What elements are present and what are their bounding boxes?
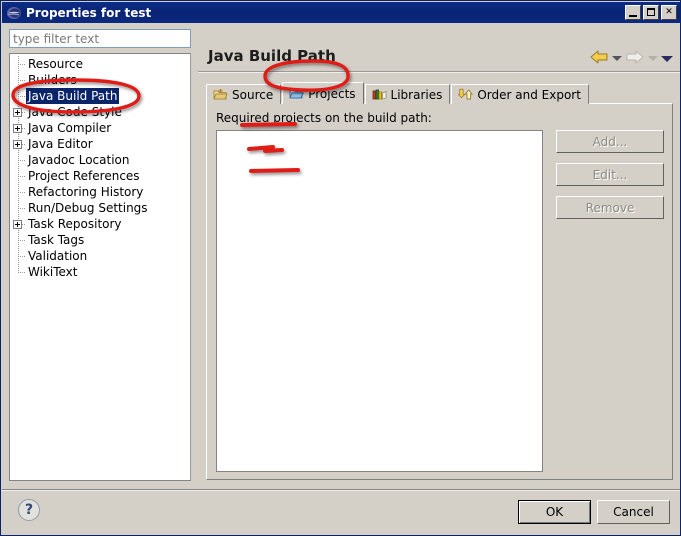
sidebar-item-run-debug-settings[interactable]: Run/Debug Settings: [10, 200, 190, 216]
libraries-books-icon: [372, 88, 387, 101]
sidebar-item-label: Resource: [28, 57, 84, 71]
back-dropdown-icon[interactable]: [612, 56, 622, 61]
tree-connector-icon: [10, 264, 26, 280]
back-arrow[interactable]: [589, 49, 609, 68]
tree-connector-icon: [10, 168, 26, 184]
title-divider-highlight: [198, 72, 680, 73]
tab-libraries-label: Libraries: [390, 87, 443, 102]
expand-icon[interactable]: [10, 104, 26, 120]
settings-navigation-pane: Resource BuildersJava Build PathJava Code…: [9, 29, 191, 483]
order-export-icon: [457, 88, 474, 101]
source-folder-icon: [213, 88, 228, 101]
projects-tab-panel: Required projects on the build path: Add…: [206, 103, 673, 480]
tab-projects[interactable]: Projects: [282, 82, 364, 104]
tab-libraries[interactable]: Libraries: [364, 84, 451, 104]
sidebar-item-label: Task Repository: [28, 217, 122, 231]
ok-button[interactable]: OK: [518, 500, 591, 524]
sidebar-item-task-repository[interactable]: Task Repository: [10, 216, 190, 232]
expand-icon[interactable]: [10, 216, 26, 232]
tab-order-and-export-label: Order and Export: [477, 87, 581, 102]
sidebar-item-label: WikiText: [28, 265, 78, 279]
tab-projects-label: Projects: [308, 86, 356, 101]
footer-buttons: OK Cancel: [518, 500, 670, 524]
list-action-buttons: Add... Edit... Remove: [556, 130, 664, 219]
sidebar-item-project-references[interactable]: Project References: [10, 168, 190, 184]
remove-button[interactable]: Remove: [556, 196, 664, 219]
build-path-tab-folder: Source Projects Libraries Order and Expo…: [206, 82, 673, 480]
title-bar: Properties for test ✕: [2, 2, 680, 23]
close-icon: ✕: [665, 7, 673, 17]
sidebar-item-label: Builders: [28, 73, 77, 87]
sidebar-item-label: Java Editor: [28, 137, 93, 151]
eclipse-icon: [6, 5, 22, 21]
sidebar-item-refactoring-history[interactable]: Refactoring History: [10, 184, 190, 200]
edit-button[interactable]: Edit...: [556, 163, 664, 186]
required-projects-list[interactable]: [216, 130, 543, 472]
help-icon[interactable]: ?: [18, 499, 40, 521]
add-button[interactable]: Add...: [556, 130, 664, 153]
sidebar-item-validation[interactable]: Validation: [10, 248, 190, 264]
sidebar-item-javadoc-location[interactable]: Javadoc Location: [10, 152, 190, 168]
forward-dropdown-icon: [648, 56, 658, 61]
tree-connector-icon: [10, 200, 26, 216]
tree-connector-icon: [10, 88, 26, 104]
properties-dialog: Properties for test ✕ ResourceBuildersJa…: [0, 0, 681, 536]
sidebar-item-task-tags[interactable]: Task Tags: [10, 232, 190, 248]
sidebar-item-wikitext[interactable]: WikiText: [10, 264, 190, 280]
tab-order-and-export[interactable]: Order and Export: [451, 84, 589, 104]
page-title: Java Build Path: [208, 47, 336, 65]
sidebar-item-builders[interactable]: Builders: [10, 72, 190, 88]
settings-page-pane: Java Build Path Source Projects Librarie…: [198, 23, 680, 489]
maximize-button[interactable]: [643, 5, 659, 20]
settings-tree[interactable]: Resource Builders Java Build Path Java Code…: [9, 53, 191, 481]
sidebar-item-label: Task Tags: [28, 233, 85, 247]
window-title: Properties for test: [26, 5, 152, 20]
sidebar-item-java-code-style[interactable]: Java Code Style: [10, 104, 190, 120]
sidebar-item-java-compiler[interactable]: Java Compiler: [10, 120, 190, 136]
close-button[interactable]: ✕: [661, 5, 677, 20]
view-menu-icon[interactable]: [661, 55, 673, 62]
forward-arrow: [625, 49, 645, 68]
sidebar-item-label: Project References: [28, 169, 140, 183]
dialog-footer: ? OK Cancel: [2, 491, 680, 535]
minimize-button[interactable]: [625, 5, 641, 20]
tree-connector-icon: [10, 248, 26, 264]
sidebar-item-label: Validation: [28, 249, 88, 263]
sidebar-item-label: Javadoc Location: [28, 153, 130, 167]
sidebar-item-label: Java Build Path: [26, 88, 120, 104]
cancel-button[interactable]: Cancel: [597, 500, 670, 524]
tree-connector-icon: [10, 232, 26, 248]
sidebar-item-label: Run/Debug Settings: [28, 201, 148, 215]
page-navigation: [589, 49, 673, 68]
sidebar-item-java-build-path[interactable]: Java Build Path: [10, 88, 190, 104]
tab-source-label: Source: [232, 87, 274, 102]
tree-connector-icon: [10, 72, 26, 88]
window-controls: ✕: [625, 5, 679, 20]
dialog-body: ResourceBuildersJava Build PathJava Code…: [2, 23, 680, 489]
projects-folder-icon: [289, 87, 305, 100]
tab-source[interactable]: Source: [206, 84, 282, 104]
required-projects-label: Required projects on the build path:: [216, 111, 432, 125]
sidebar-item-java-editor[interactable]: Java Editor: [10, 136, 190, 152]
filter-input[interactable]: [9, 29, 191, 48]
sidebar-item-label: Java Code Style: [28, 105, 122, 119]
sidebar-item-resource[interactable]: Resource: [10, 56, 190, 72]
tree-connector-icon: [10, 56, 26, 72]
tree-connector-icon: [10, 152, 26, 168]
expand-icon[interactable]: [10, 120, 26, 136]
tab-strip: Source Projects Libraries Order and Expo…: [206, 82, 590, 104]
sidebar-item-label: Refactoring History: [28, 185, 144, 199]
expand-icon[interactable]: [10, 136, 26, 152]
sidebar-item-label: Java Compiler: [28, 121, 112, 135]
tree-connector-icon: [10, 184, 26, 200]
